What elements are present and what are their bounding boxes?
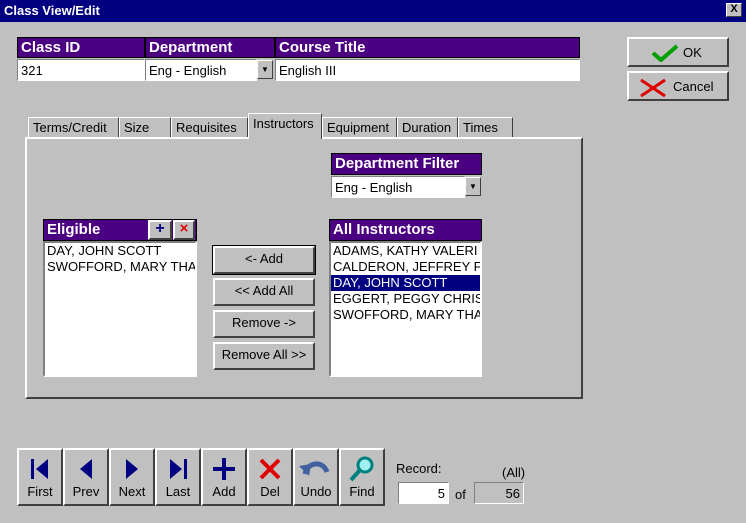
find-label: Find xyxy=(349,484,375,499)
ok-button[interactable]: OK xyxy=(627,37,729,67)
list-item-selected[interactable]: DAY, JOHN SCOTT xyxy=(331,275,480,291)
x-mark-icon xyxy=(640,78,666,98)
delete-record-button[interactable]: Del xyxy=(247,448,293,506)
remove-all-button[interactable]: Remove All >> xyxy=(213,342,315,370)
course-title-header: Course Title xyxy=(275,37,580,58)
prev-icon xyxy=(80,459,92,479)
next-label: Next xyxy=(118,484,146,499)
list-item[interactable]: ADAMS, KATHY VALERI xyxy=(331,243,480,259)
list-item[interactable]: CALDERON, JEFFREY F xyxy=(331,259,480,275)
undo-label: Undo xyxy=(300,484,332,499)
last-button[interactable]: Last xyxy=(155,448,201,506)
list-item[interactable]: SWOFFORD, MARY THA xyxy=(331,307,480,323)
tab-size[interactable]: Size xyxy=(119,117,171,138)
close-button[interactable]: X xyxy=(726,3,742,17)
next-icon xyxy=(126,459,138,479)
class-id-header: Class ID xyxy=(17,37,145,58)
record-filter-label: (All) xyxy=(502,465,526,480)
list-item[interactable]: DAY, JOHN SCOTT xyxy=(45,243,195,259)
first-icon xyxy=(31,459,48,479)
undo-button[interactable]: Undo xyxy=(293,448,339,506)
record-total: 56 xyxy=(474,482,524,504)
eligible-list[interactable]: DAY, JOHN SCOTT SWOFFORD, MARY THA xyxy=(43,241,197,377)
tab-requisites[interactable]: Requisites xyxy=(171,117,248,138)
cancel-button[interactable]: Cancel xyxy=(627,71,729,101)
list-item[interactable]: EGGERT, PEGGY CHRIS xyxy=(331,291,480,307)
add-button[interactable]: <- Add xyxy=(212,245,316,275)
department-header: Department xyxy=(145,37,275,58)
prev-label: Prev xyxy=(72,484,100,499)
next-button[interactable]: Next xyxy=(109,448,155,506)
tab-times[interactable]: Times xyxy=(458,117,513,138)
list-item[interactable]: SWOFFORD, MARY THA xyxy=(45,259,195,275)
del-label: Del xyxy=(260,484,280,499)
tab-instructors[interactable]: Instructors xyxy=(248,113,322,139)
tab-terms-credit[interactable]: Terms/Credit xyxy=(28,117,119,138)
plus-icon: + xyxy=(155,220,165,237)
cancel-label: Cancel xyxy=(673,79,714,94)
record-label: Record: xyxy=(396,461,442,476)
eligible-label: Eligible xyxy=(47,221,101,238)
department-filter-select[interactable]: Eng - English xyxy=(331,176,465,198)
department-filter-dropdown-arrow[interactable]: ▼ xyxy=(465,177,481,196)
department-select[interactable]: Eng - English xyxy=(145,59,257,81)
remove-eligible-button[interactable]: × xyxy=(173,220,195,240)
remove-button[interactable]: Remove -> xyxy=(213,310,315,338)
last-label: Last xyxy=(165,484,191,499)
title-bar: Class View/Edit X xyxy=(0,0,746,22)
undo-icon xyxy=(299,461,330,476)
ok-label: OK xyxy=(683,45,702,60)
course-title-field[interactable]: English III xyxy=(275,59,580,81)
magnifier-icon xyxy=(349,456,374,482)
all-instructors-list[interactable]: ADAMS, KATHY VALERI CALDERON, JEFFREY F … xyxy=(329,241,482,377)
record-of-label: of xyxy=(455,487,466,502)
first-button[interactable]: First xyxy=(17,448,63,506)
delete-icon xyxy=(259,458,281,480)
add-record-button[interactable]: Add xyxy=(201,448,247,506)
last-icon xyxy=(170,459,187,479)
add-all-button[interactable]: << Add All xyxy=(213,278,315,306)
record-number-field[interactable]: 5 xyxy=(398,482,449,504)
delete-icon: × xyxy=(179,220,189,237)
add-eligible-button[interactable]: + xyxy=(148,220,172,240)
prev-button[interactable]: Prev xyxy=(63,448,109,506)
window-title: Class View/Edit xyxy=(4,3,100,18)
add-label: Add xyxy=(212,484,236,499)
tab-duration[interactable]: Duration xyxy=(397,117,458,138)
department-dropdown-arrow[interactable]: ▼ xyxy=(257,60,273,79)
first-label: First xyxy=(27,484,53,499)
department-filter-header: Department Filter xyxy=(331,153,482,175)
find-button[interactable]: Find xyxy=(339,448,385,506)
checkmark-icon xyxy=(651,44,679,62)
tab-equipment[interactable]: Equipment xyxy=(322,117,397,138)
class-id-field[interactable]: 321 xyxy=(17,59,145,81)
plus-icon xyxy=(213,458,235,480)
all-instructors-header: All Instructors xyxy=(329,219,482,241)
